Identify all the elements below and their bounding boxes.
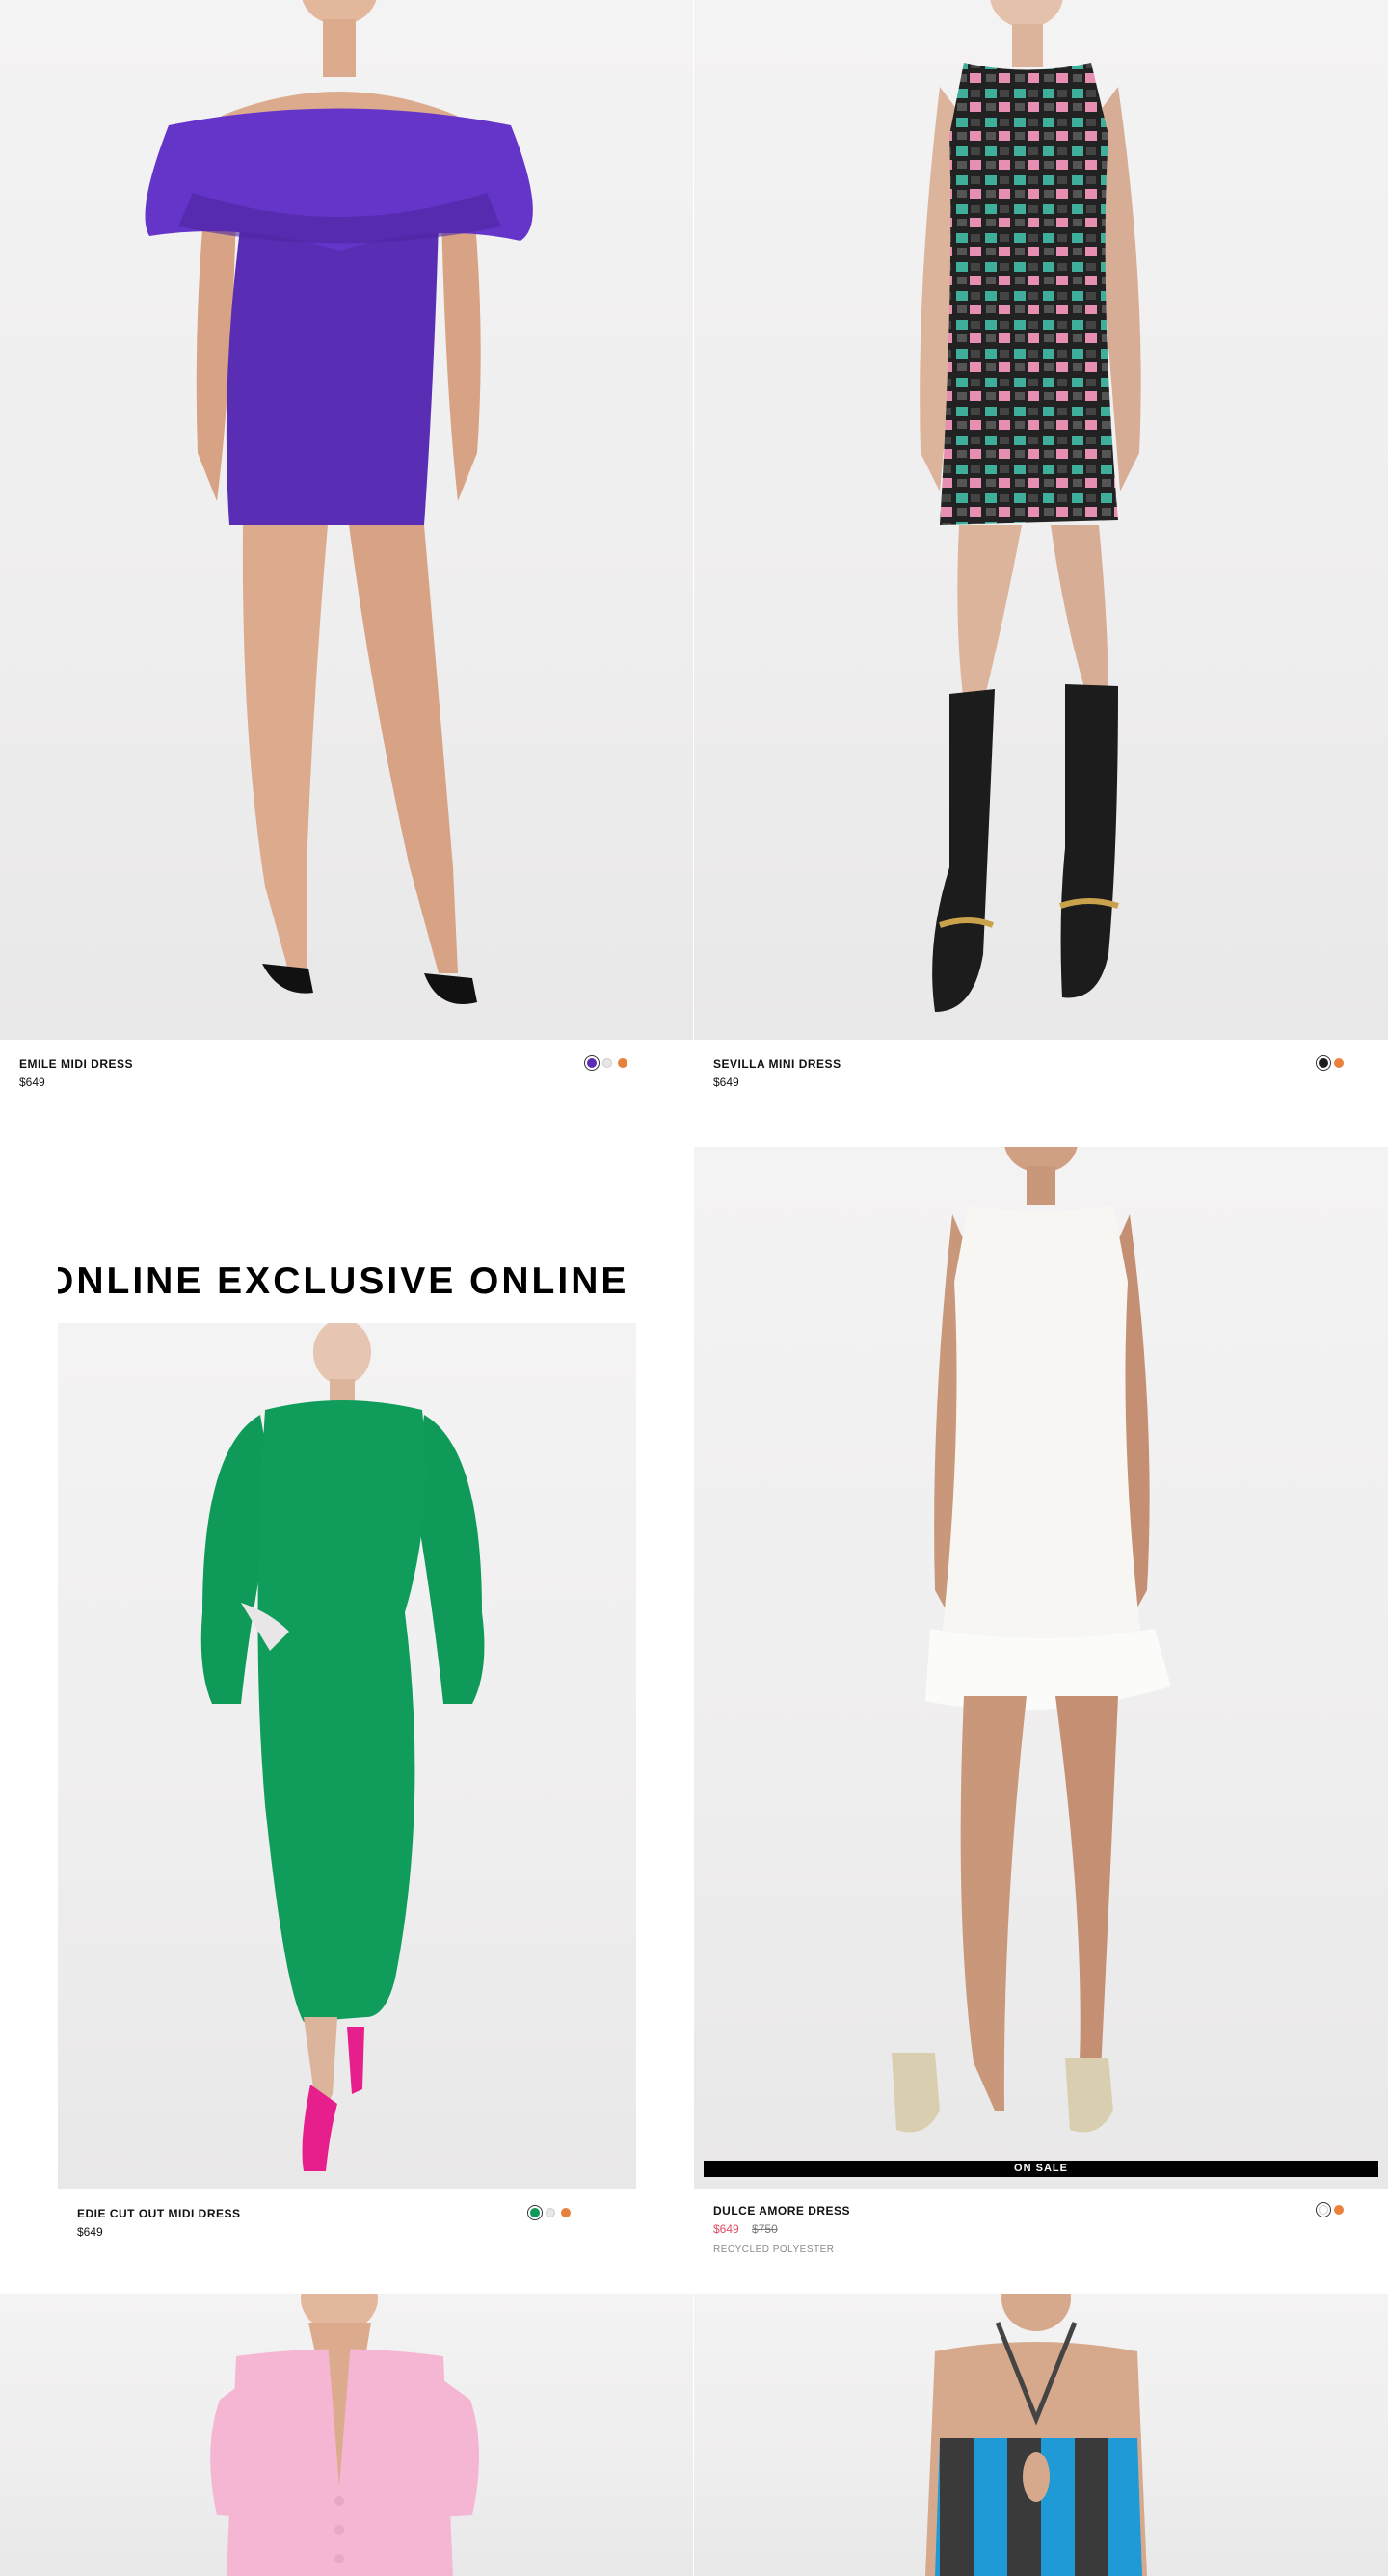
color-swatch[interactable] (584, 1055, 600, 1071)
model-striped-halter-illustration (925, 2294, 1147, 2576)
material-label: RECYCLED POLYESTER (713, 2244, 835, 2255)
color-swatches (527, 2205, 571, 2220)
product-image-dulce[interactable] (694, 1147, 1388, 2189)
product-image-edie[interactable] (58, 1323, 636, 2189)
color-swatch[interactable] (618, 1058, 627, 1068)
model-pink-top-illustration (210, 2294, 480, 2576)
color-swatch[interactable] (1334, 2205, 1344, 2215)
product-image-emile[interactable] (0, 0, 693, 1040)
product-name[interactable]: EMILE MIDI DRESS (19, 1057, 133, 1071)
sale-price: $649 (713, 2222, 739, 2236)
color-swatch[interactable] (561, 2208, 571, 2217)
color-swatches (584, 1055, 627, 1071)
color-swatches (1316, 1055, 1344, 1071)
online-exclusive-ticker: ONLINE EXCLUSIVE ONLINE EXCLUSIVE (58, 1253, 636, 1311)
product-name[interactable]: SEVILLA MINI DRESS (713, 1057, 841, 1071)
product-image-pink-top[interactable] (0, 2294, 693, 2576)
model-tweed-dress-illustration (920, 0, 1141, 1012)
color-swatch[interactable] (1316, 1055, 1331, 1071)
color-swatch[interactable] (602, 1058, 612, 1068)
model-purple-dress-illustration (145, 0, 533, 1004)
product-price: $649 (19, 1076, 45, 1089)
model-green-dress-illustration (200, 1323, 485, 2171)
product-name[interactable]: EDIE CUT OUT MIDI DRESS (77, 2207, 241, 2220)
color-swatch[interactable] (1334, 1058, 1344, 1068)
color-swatch[interactable] (1316, 2202, 1331, 2217)
product-name[interactable]: DULCE AMORE DRESS (713, 2204, 850, 2217)
product-image-striped-halter[interactable] (694, 2294, 1388, 2576)
product-price: $649 (713, 1076, 739, 1089)
product-price: $649 $750 (713, 2222, 778, 2236)
color-swatch[interactable] (527, 2205, 543, 2220)
product-price: $649 (77, 2225, 103, 2239)
original-price: $750 (752, 2222, 778, 2236)
model-white-dress-illustration (892, 1147, 1171, 2133)
color-swatches (1316, 2202, 1344, 2217)
product-image-sevilla[interactable] (694, 0, 1388, 1040)
ticker-text: ONLINE EXCLUSIVE ONLINE EXCLUSIVE (58, 1261, 636, 1302)
color-swatch[interactable] (546, 2208, 555, 2217)
on-sale-badge: ON SALE (704, 2161, 1378, 2177)
